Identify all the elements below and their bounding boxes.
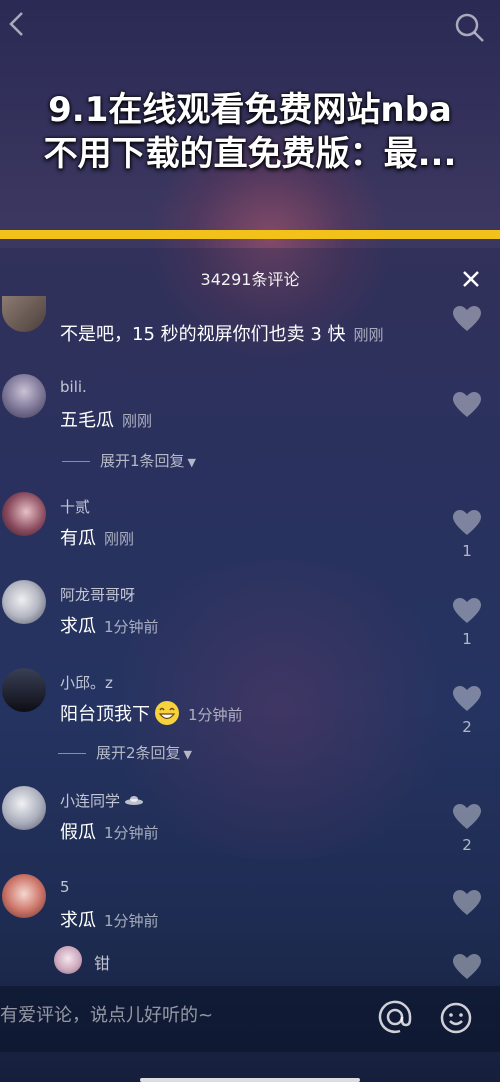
comment-text: 不是吧，15 秒的视屏你们也卖 3 快刚刚 xyxy=(60,320,384,346)
like-button[interactable] xyxy=(452,954,482,980)
comment-username[interactable]: 小邱。z xyxy=(60,672,113,693)
accent-bar xyxy=(0,230,500,239)
comment-body: 五毛瓜 xyxy=(60,410,114,431)
avatar[interactable] xyxy=(2,374,46,418)
comment-body: 不是吧，15 秒的视屏你们也卖 3 快 xyxy=(60,324,346,345)
avatar[interactable] xyxy=(2,492,46,536)
heart-icon xyxy=(453,890,481,915)
comment-text: 阳台顶我下 1分钟前 xyxy=(60,700,243,726)
avatar[interactable] xyxy=(2,296,46,332)
like-button[interactable]: 2 xyxy=(452,804,482,854)
like-count: 1 xyxy=(462,630,472,648)
username-text: 钳 xyxy=(94,954,111,973)
like-button[interactable] xyxy=(452,306,482,332)
comment-body: 阳台顶我下 xyxy=(60,704,150,725)
comment-item: 5 求瓜 1分钟前 xyxy=(0,874,500,944)
like-button[interactable]: 1 xyxy=(452,598,482,648)
avatar[interactable] xyxy=(2,668,46,712)
heart-icon xyxy=(453,306,481,331)
heart-icon xyxy=(453,954,481,979)
chevron-left-icon[interactable] xyxy=(6,10,28,38)
avatar[interactable] xyxy=(2,874,46,918)
comment-item: bili. 五毛瓜 刚刚 展开1条回复 ▼ xyxy=(0,374,500,474)
like-count: 2 xyxy=(462,718,472,736)
comment-username[interactable]: 钳 xyxy=(94,950,110,974)
comment-username[interactable]: 十贰 xyxy=(60,496,90,517)
heart-icon xyxy=(453,804,481,829)
like-button[interactable] xyxy=(452,392,482,418)
caret-down-icon: ▼ xyxy=(183,748,193,761)
comment-text: 有瓜 刚刚 xyxy=(60,524,134,550)
headline-line-2: 不用下载的直免费版：最... xyxy=(43,134,457,174)
divider xyxy=(62,461,90,462)
expand-replies-label: 展开1条回复 xyxy=(100,452,185,470)
comment-item: 小连同学 假瓜 1分钟前 2 xyxy=(0,786,500,866)
comment-time: 1分钟前 xyxy=(104,618,159,636)
comment-username[interactable]: bili. xyxy=(60,378,87,396)
expand-replies-button[interactable]: 展开1条回复 ▼ xyxy=(62,450,196,471)
comment-item: 阿龙哥哥呀 求瓜 1分钟前 1 xyxy=(0,580,500,660)
avatar[interactable] xyxy=(54,946,82,974)
like-count: 2 xyxy=(462,836,472,854)
comment-text: 假瓜 1分钟前 xyxy=(60,818,159,844)
username-text: 小连同学 xyxy=(60,792,121,810)
comment-time: 刚刚 xyxy=(122,412,153,430)
comment-count: 34291条评论 xyxy=(200,270,300,289)
like-count: 1 xyxy=(462,542,472,560)
like-button[interactable]: 1 xyxy=(452,510,482,560)
avatar[interactable] xyxy=(2,786,46,830)
heart-icon xyxy=(453,598,481,623)
heart-icon xyxy=(453,510,481,535)
comment-body: 求瓜 xyxy=(60,616,96,637)
comment-item: 小邱。z 阳台顶我下 1分钟前 2 展开2条回复 ▼ xyxy=(0,668,500,768)
like-button[interactable] xyxy=(452,890,482,916)
comment-text: 五毛瓜 刚刚 xyxy=(60,406,152,432)
search-icon[interactable] xyxy=(454,12,486,44)
like-button[interactable]: 2 xyxy=(452,686,482,736)
avatar[interactable] xyxy=(2,580,46,624)
comment-time: 1分钟前 xyxy=(104,912,159,930)
top-bar xyxy=(0,0,500,70)
home-indicator xyxy=(140,1078,360,1082)
comment-time: 1分钟前 xyxy=(188,706,243,724)
comment-item: 钳 xyxy=(0,944,500,984)
comment-body: 有瓜 xyxy=(60,528,96,549)
expand-replies-label: 展开2条回复 xyxy=(96,744,181,762)
smile-icon[interactable] xyxy=(440,1002,472,1034)
at-icon[interactable] xyxy=(378,1000,412,1034)
comment-time: 刚刚 xyxy=(104,530,135,548)
comment-input[interactable]: 有爱评论，说点儿好听的~ xyxy=(0,1001,213,1027)
ufo-icon xyxy=(125,796,144,805)
comment-time: 刚刚 xyxy=(353,326,384,344)
comment-text: 求瓜 1分钟前 xyxy=(60,906,159,932)
heart-icon xyxy=(453,392,481,417)
comment-body: 求瓜 xyxy=(60,910,96,931)
headline-line-1: 9.1在线观看免费网站nba xyxy=(48,90,452,130)
close-icon[interactable] xyxy=(460,268,482,290)
comment-body: 假瓜 xyxy=(60,822,96,843)
comment-item: 不是吧，15 秒的视屏你们也卖 3 快刚刚 xyxy=(0,296,500,356)
caret-down-icon: ▼ xyxy=(187,456,197,469)
comment-item: 十贰 有瓜 刚刚 1 xyxy=(0,492,500,572)
comment-text: 求瓜 1分钟前 xyxy=(60,612,159,638)
grin-emoji-icon xyxy=(155,701,179,725)
comment-username[interactable]: 阿龙哥哥呀 xyxy=(60,584,135,605)
comment-username[interactable]: 5 xyxy=(60,878,70,896)
comment-time: 1分钟前 xyxy=(104,824,159,842)
expand-replies-button[interactable]: 展开2条回复 ▼ xyxy=(58,742,192,763)
heart-icon xyxy=(453,686,481,711)
divider xyxy=(58,753,86,754)
video-headline: 9.1在线观看免费网站nba 不用下载的直免费版：最... xyxy=(0,88,500,176)
comment-username[interactable]: 小连同学 xyxy=(60,790,144,811)
